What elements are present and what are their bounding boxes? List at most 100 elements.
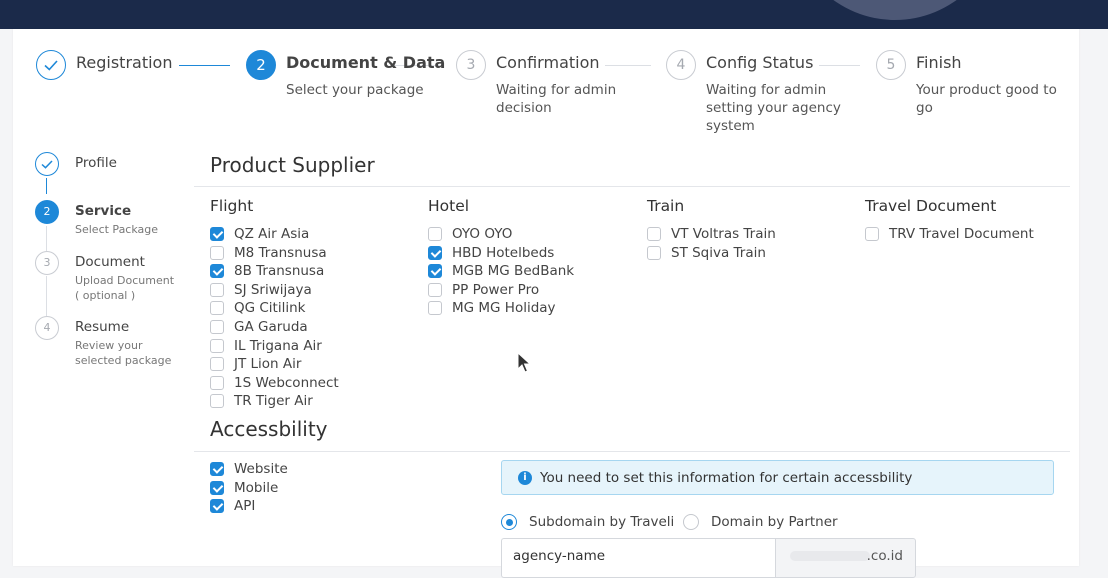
checkbox-label: 1S Webconnect [234, 374, 339, 391]
checkbox-option[interactable]: OYO OYO [428, 226, 512, 245]
domain-suffix-text: .co.id [866, 548, 903, 564]
checkbox-option[interactable]: MGB MG BedBank [428, 263, 574, 282]
checkbox-option[interactable]: HBD Hotelbeds [428, 245, 554, 264]
checkbox[interactable] [210, 357, 224, 372]
checkbox-checked[interactable] [428, 245, 442, 260]
checkbox-label: QG Citilink [234, 300, 306, 317]
checkbox[interactable] [210, 245, 224, 260]
wizard-step-title: Registration [76, 53, 173, 72]
checkbox[interactable] [210, 338, 224, 353]
column-heading: Hotel [428, 197, 470, 215]
checkbox[interactable] [647, 245, 661, 260]
wizard-connector-4 [819, 65, 860, 66]
checkbox-label: HBD Hotelbeds [452, 244, 555, 261]
step-number: 5 [876, 50, 906, 80]
sidebar-connector-2 [46, 226, 47, 251]
checkbox-label: Website [234, 461, 288, 477]
step-number: 4 [35, 316, 59, 340]
step-number: 2 [246, 50, 276, 80]
subdomain-field[interactable] [501, 538, 776, 578]
checkbox-label: VT Voltras Train [671, 226, 776, 242]
checkbox-option[interactable]: VT Voltras Train [647, 226, 776, 245]
step-number: 3 [456, 50, 486, 80]
sidebar-step-subtitle: Upload Document ( optional ) [75, 274, 175, 302]
radio-indicator [501, 514, 517, 530]
checkbox-option[interactable]: TR Tiger Air [210, 393, 313, 412]
checkbox-checked[interactable] [210, 462, 224, 476]
checkbox-checked[interactable] [210, 499, 224, 514]
checkbox-label: IL Trigana Air [234, 337, 322, 354]
checkbox[interactable] [428, 227, 442, 241]
checkbox-option[interactable]: MG MG Holiday [428, 300, 556, 319]
checkbox-option[interactable]: IL Trigana Air [210, 338, 322, 357]
top-navigation-bar [0, 0, 1108, 29]
wizard-step-title: Document & Data [286, 53, 446, 72]
checkbox-label: GA Garuda [234, 318, 308, 335]
checkbox[interactable] [647, 227, 661, 241]
domain-suffix: .co.id [775, 538, 916, 578]
sidebar-step-title: Service [75, 203, 132, 219]
checkbox[interactable] [210, 319, 224, 334]
blurred-domain [790, 551, 870, 561]
radio-indicator [683, 514, 699, 530]
checkbox-option[interactable]: ST Sqiva Train [647, 245, 766, 264]
accessibility-title: Accessbility [210, 417, 328, 441]
checkbox-option[interactable]: TRV Travel Document [865, 226, 1034, 245]
wizard-step-subtitle: Your product good to go [916, 82, 1057, 116]
sidebar-step-title: Document [75, 254, 145, 270]
checkbox-checked[interactable] [210, 227, 224, 241]
checkbox-option[interactable]: QG Citilink [210, 300, 305, 319]
step-number: 4 [666, 50, 696, 80]
divider [194, 451, 1070, 452]
checkbox-checked[interactable] [428, 264, 442, 279]
checkbox-option[interactable]: 8B Transnusa [210, 263, 324, 282]
checkbox-option[interactable]: PP Power Pro [428, 282, 539, 301]
checkbox-label: TR Tiger Air [234, 393, 313, 410]
checkbox-option[interactable]: M8 Transnusa [210, 245, 327, 264]
divider [194, 186, 1070, 187]
sidebar-step-title: Resume [75, 319, 130, 335]
sidebar-step-subtitle: Select Package [75, 223, 159, 236]
step-number: 2 [35, 200, 59, 224]
check-icon [35, 152, 59, 176]
checkbox[interactable] [210, 394, 224, 409]
checkbox[interactable] [428, 282, 442, 297]
checkbox-label: MG MG Holiday [452, 300, 556, 317]
travel-document-column: Travel Document TRV Travel Document [865, 197, 1034, 245]
train-column: Train VT Voltras Train ST Sqiva Train [647, 197, 776, 264]
checkbox-option[interactable]: QZ Air Asia [210, 226, 309, 245]
checkbox[interactable] [210, 301, 224, 316]
wizard-connector-1 [179, 65, 230, 66]
subdomain-input[interactable] [513, 548, 763, 564]
checkbox[interactable] [865, 227, 879, 241]
checkbox-label: 8B Transnusa [234, 263, 325, 280]
checkbox-option[interactable]: 1S Webconnect [210, 375, 339, 394]
checkbox-checked[interactable] [210, 264, 224, 279]
checkbox[interactable] [428, 301, 442, 316]
sidebar-step-subtitle: Review your selected package [75, 339, 172, 367]
sidebar-connector-3 [46, 276, 47, 316]
checkbox-option[interactable]: SJ Sriwijaya [210, 282, 312, 301]
wizard-step-title: Confirmation [496, 53, 600, 72]
sidebar-step-title: Profile [75, 155, 117, 171]
checkbox-option[interactable]: GA Garuda [210, 319, 308, 338]
checkbox-label: ST Sqiva Train [671, 244, 766, 261]
wizard-step-title: Finish [916, 53, 962, 72]
checkbox-option[interactable]: JT Lion Air [210, 356, 301, 375]
info-alert-text: You need to set this information for cer… [540, 470, 913, 486]
step-number: 3 [35, 251, 59, 275]
radio-label: Domain by Partner [711, 514, 838, 530]
column-heading: Travel Document [865, 197, 997, 215]
checkbox[interactable] [210, 375, 224, 390]
column-heading: Train [647, 197, 685, 215]
checkbox-label: PP Power Pro [452, 281, 540, 298]
radio-label: Subdomain by Traveli [529, 514, 675, 530]
checkbox-checked[interactable] [210, 480, 224, 495]
wizard-step-subtitle: Select your package [286, 82, 424, 98]
checkbox[interactable] [210, 282, 224, 297]
checkbox-label: MGB MG BedBank [452, 263, 575, 280]
hotel-column: Hotel OYO OYO HBD Hotelbeds MGB MG BedBank… [428, 197, 574, 319]
decorative-circle [790, 0, 1000, 20]
checkbox-label: OYO OYO [452, 226, 513, 242]
checkbox-label: M8 Transnusa [234, 244, 327, 261]
